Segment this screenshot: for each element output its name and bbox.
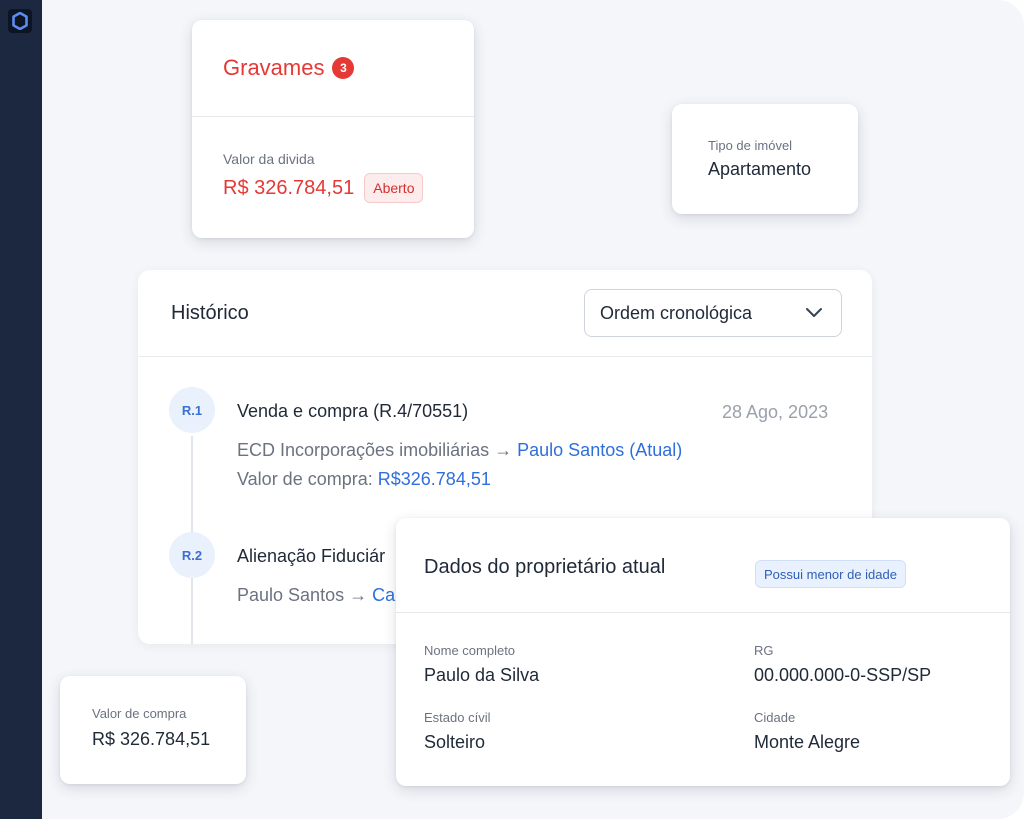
entry-from: ECD Incorporações imobiliárias [237, 440, 490, 460]
history-header: Histórico Ordem cronológica [138, 270, 872, 357]
debt-value: R$ 326.784,51 [223, 176, 355, 199]
field-value: Solteiro [424, 732, 486, 752]
history-title: Histórico [171, 302, 249, 324]
entry-value: R$326.784,51 [377, 469, 491, 489]
field-label: Estado cívil [424, 710, 491, 725]
gravames-header: Gravames 3 [192, 20, 474, 117]
entry-transfer: ECD Incorporações imobiliárias → Paulo S… [237, 440, 682, 461]
field-city: Cidade Monte Alegre [754, 710, 860, 753]
gravames-count-badge: 3 [332, 57, 355, 79]
field-value: Paulo da Silva [424, 665, 540, 685]
field-label: RG [754, 643, 774, 658]
owner-header: Dados do proprietário atual Possui menor… [396, 518, 1010, 613]
entry-badge: R.2 [169, 532, 215, 578]
entry-from: Paulo Santos [237, 585, 345, 605]
entry-title: Venda e compra (R.4/70551) [237, 401, 469, 421]
property-type-label: Tipo de imóvel [708, 138, 793, 153]
field-value: Monte Alegre [754, 732, 861, 752]
field-label: Nome completo [424, 643, 516, 658]
purchase-value: R$ 326.784,51 [92, 729, 211, 749]
sort-select-value: Ordem cronológica [600, 302, 753, 323]
sort-select[interactable]: Ordem cronológica [584, 289, 842, 337]
status-badge: Aberto [364, 173, 424, 203]
gravames-card: Gravames 3 Valor da divida R$ 326.784,51… [192, 20, 474, 238]
purchase-value-card: Valor de compra R$ 326.784,51 [60, 676, 246, 784]
entry-to-link[interactable]: Paulo Santos (Atual) [517, 440, 682, 460]
entry-date: 28 Ago, 2023 [722, 402, 829, 422]
minor-badge: Possui menor de idade [755, 560, 906, 588]
entry-value-label: Valor de compra: [237, 469, 373, 489]
gravames-title: Gravames [223, 55, 325, 80]
debt-row: R$ 326.784,51 Aberto [223, 173, 474, 203]
field-name: Nome completo Paulo da Silva [424, 643, 539, 686]
gravames-body: Valor da divida R$ 326.784,51 Aberto [192, 117, 474, 203]
owner-title: Dados do proprietário atual [424, 556, 666, 578]
entry-to-link[interactable]: Ca [372, 585, 395, 605]
purchase-value-label: Valor de compra [92, 706, 187, 721]
field-civil-status: Estado cívil Solteiro [424, 710, 490, 753]
sidebar [0, 0, 42, 819]
arrow-right-icon: → [494, 440, 513, 460]
chevron-down-icon [806, 308, 822, 317]
entry-transfer: Paulo Santos → Ca [237, 585, 395, 606]
field-label: Cidade [754, 710, 796, 725]
field-value: 00.000.000-0-SSP/SP [754, 665, 932, 685]
entry-title: Alienação Fiduciár [237, 546, 386, 566]
app-logo-icon[interactable] [8, 9, 32, 33]
owner-card: Dados do proprietário atual Possui menor… [396, 518, 1010, 786]
arrow-right-icon: → [349, 585, 368, 605]
entry-badge: R.1 [169, 387, 215, 433]
debt-label: Valor da divida [223, 151, 315, 167]
property-type-value: Apartamento [708, 159, 812, 179]
entry-value-line: Valor de compra: R$326.784,51 [237, 469, 491, 490]
field-rg: RG 00.000.000-0-SSP/SP [754, 643, 931, 686]
property-type-card: Tipo de imóvel Apartamento [672, 104, 858, 214]
